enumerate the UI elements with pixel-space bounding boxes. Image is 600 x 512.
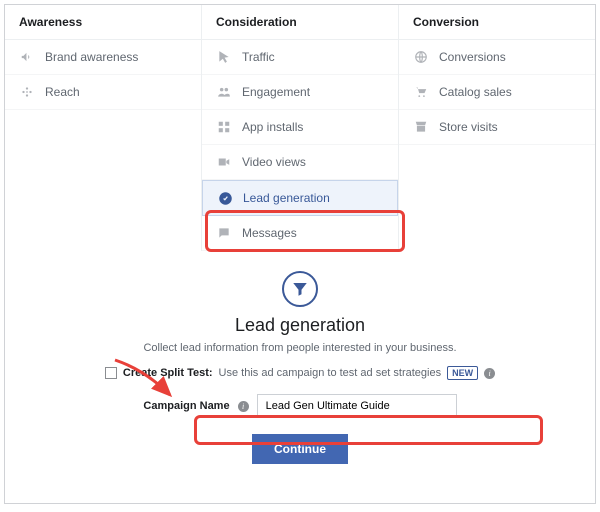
item-label: Conversions	[439, 50, 506, 64]
item-label: Messages	[242, 226, 297, 240]
split-test-desc: Use this ad campaign to test ad set stra…	[219, 367, 442, 379]
continue-button[interactable]: Continue	[252, 434, 348, 464]
split-test-row: Create Split Test: Use this ad campaign …	[105, 366, 495, 380]
campaign-name-label: Campaign Name	[143, 400, 229, 412]
apps-icon	[216, 119, 232, 135]
store-icon	[413, 119, 429, 135]
col-awareness: Awareness Brand awareness Reach	[5, 5, 202, 251]
item-label: Catalog sales	[439, 85, 512, 99]
cart-icon	[413, 84, 429, 100]
col-header-awareness: Awareness	[5, 5, 201, 40]
split-test-checkbox[interactable]	[105, 367, 117, 379]
item-label: App installs	[242, 120, 303, 134]
globe-icon	[413, 49, 429, 65]
funnel-icon	[282, 271, 318, 307]
objective-detail: Lead generation Collect lead information…	[5, 251, 595, 464]
campaign-name-input[interactable]	[257, 394, 457, 418]
item-engagement[interactable]: Engagement	[202, 75, 398, 110]
video-icon	[216, 154, 232, 170]
item-label: Engagement	[242, 85, 310, 99]
people-icon	[216, 84, 232, 100]
item-label: Brand awareness	[45, 50, 138, 64]
item-video-views[interactable]: Video views	[202, 145, 398, 180]
item-label: Lead generation	[243, 191, 330, 205]
split-test-label: Create Split Test:	[123, 367, 213, 379]
col-header-conversion: Conversion	[399, 5, 595, 40]
col-conversion: Conversion Conversions Catalog sales Sto…	[399, 5, 595, 251]
item-label: Store visits	[439, 120, 498, 134]
item-reach[interactable]: Reach	[5, 75, 201, 110]
detail-title: Lead generation	[5, 315, 595, 336]
info-icon[interactable]: i	[484, 368, 495, 379]
info-icon[interactable]: i	[238, 401, 249, 412]
item-traffic[interactable]: Traffic	[202, 40, 398, 75]
item-label: Reach	[45, 85, 80, 99]
campaign-name-row: Campaign Name i	[143, 394, 456, 418]
detail-subtitle: Collect lead information from people int…	[5, 342, 595, 354]
megaphone-icon	[19, 49, 35, 65]
objective-columns: Awareness Brand awareness Reach Consider…	[5, 5, 595, 251]
item-label: Traffic	[242, 50, 275, 64]
new-badge: NEW	[447, 366, 478, 380]
reach-icon	[19, 84, 35, 100]
col-header-consideration: Consideration	[202, 5, 398, 40]
cursor-icon	[216, 49, 232, 65]
item-catalog-sales[interactable]: Catalog sales	[399, 75, 595, 110]
messages-icon	[216, 225, 232, 241]
item-brand-awareness[interactable]: Brand awareness	[5, 40, 201, 75]
item-app-installs[interactable]: App installs	[202, 110, 398, 145]
item-conversions[interactable]: Conversions	[399, 40, 595, 75]
item-lead-generation[interactable]: Lead generation	[202, 180, 398, 216]
item-label: Video views	[242, 155, 306, 169]
objective-chooser: Awareness Brand awareness Reach Consider…	[4, 4, 596, 504]
col-consideration: Consideration Traffic Engagement App ins…	[202, 5, 399, 251]
item-messages[interactable]: Messages	[202, 216, 398, 251]
check-circle-icon	[217, 190, 233, 206]
item-store-visits[interactable]: Store visits	[399, 110, 595, 145]
